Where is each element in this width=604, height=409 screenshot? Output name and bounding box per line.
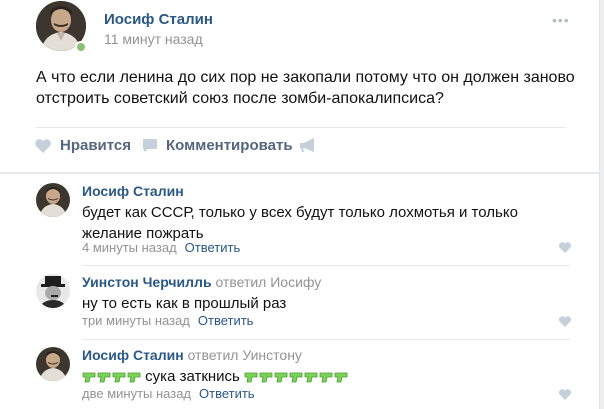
- online-indicator: [75, 41, 87, 53]
- heart-icon: [35, 138, 51, 153]
- commenter-avatar[interactable]: [36, 274, 70, 308]
- comment-author: Иосиф Сталин: [82, 183, 184, 199]
- comment-timestamp[interactable]: 4 минуты назад: [82, 240, 177, 255]
- comment-text-body: сука заткнись: [145, 368, 240, 385]
- more-icon[interactable]: •••: [552, 13, 570, 27]
- share-icon: [300, 138, 314, 152]
- post-text: А что если ленина до сих пор не закопали…: [36, 69, 575, 107]
- comment-meta: 4 минуты назад Ответить: [82, 240, 240, 255]
- commenter-avatar[interactable]: [36, 183, 70, 217]
- portrait-image: [36, 274, 70, 308]
- comment-timestamp[interactable]: две минуты назад: [82, 386, 191, 401]
- section-separator: [0, 172, 599, 174]
- water-pistol-emoji: [319, 372, 333, 383]
- reply-button[interactable]: Ответить: [198, 313, 254, 328]
- comment-author: Иосиф Сталин ответил Уинстону: [82, 347, 302, 363]
- heart-icon[interactable]: [558, 315, 572, 328]
- post-author-name[interactable]: Иосиф Сталин: [104, 11, 213, 28]
- comment-meta: две минуты назад Ответить: [82, 386, 255, 401]
- water-pistol-emoji-group: [244, 372, 348, 383]
- reply-button[interactable]: Ответить: [199, 386, 255, 401]
- heart-icon[interactable]: [558, 241, 572, 254]
- commenter-name[interactable]: Уинстон Черчилль: [82, 274, 212, 290]
- water-pistol-emoji: [334, 372, 348, 383]
- comment-button[interactable]: Комментировать: [142, 137, 293, 154]
- water-pistol-emoji: [274, 372, 288, 383]
- portrait-image: [36, 347, 70, 381]
- like-label: Нравится: [60, 137, 132, 154]
- share-button[interactable]: [299, 138, 317, 153]
- like-button[interactable]: Нравится: [34, 137, 131, 154]
- comment-text: ну то есть как в прошлый раз: [82, 295, 287, 312]
- water-pistol-emoji: [289, 372, 303, 383]
- water-pistol-emoji: [259, 372, 273, 383]
- reply-to-text[interactable]: ответил Уинстону: [188, 347, 302, 363]
- divider: [82, 265, 570, 266]
- commenter-avatar[interactable]: [36, 347, 70, 381]
- divider: [82, 339, 570, 340]
- comment-text: сука заткнись: [82, 366, 552, 387]
- water-pistol-emoji: [82, 372, 96, 383]
- heart-icon[interactable]: [558, 388, 572, 401]
- water-pistol-emoji: [127, 372, 141, 383]
- reply-to-text[interactable]: ответил Иосифу: [215, 274, 321, 290]
- post-timestamp[interactable]: 11 минут назад: [104, 31, 203, 47]
- water-pistol-emoji: [244, 372, 258, 383]
- comment-label: Комментировать: [166, 137, 293, 154]
- comment-meta: три минуты назад Ответить: [82, 313, 253, 328]
- comment-author: Уинстон Черчилль ответил Иосифу: [82, 274, 321, 290]
- water-pistol-emoji-group: [82, 372, 141, 383]
- reply-button[interactable]: Ответить: [185, 240, 241, 255]
- comment-timestamp[interactable]: три минуты назад: [82, 313, 190, 328]
- comment-text: будет как СССР, только у всех будут толь…: [82, 204, 518, 242]
- water-pistol-emoji: [112, 372, 126, 383]
- water-pistol-emoji: [304, 372, 318, 383]
- commenter-name[interactable]: Иосиф Сталин: [82, 347, 184, 363]
- post-card: Иосиф Сталин 11 минут назад ••• А что ес…: [0, 0, 600, 409]
- portrait-image: [36, 183, 70, 217]
- comment-icon: [143, 139, 157, 152]
- water-pistol-emoji: [97, 372, 111, 383]
- commenter-name[interactable]: Иосиф Сталин: [82, 183, 184, 199]
- divider: [36, 127, 566, 128]
